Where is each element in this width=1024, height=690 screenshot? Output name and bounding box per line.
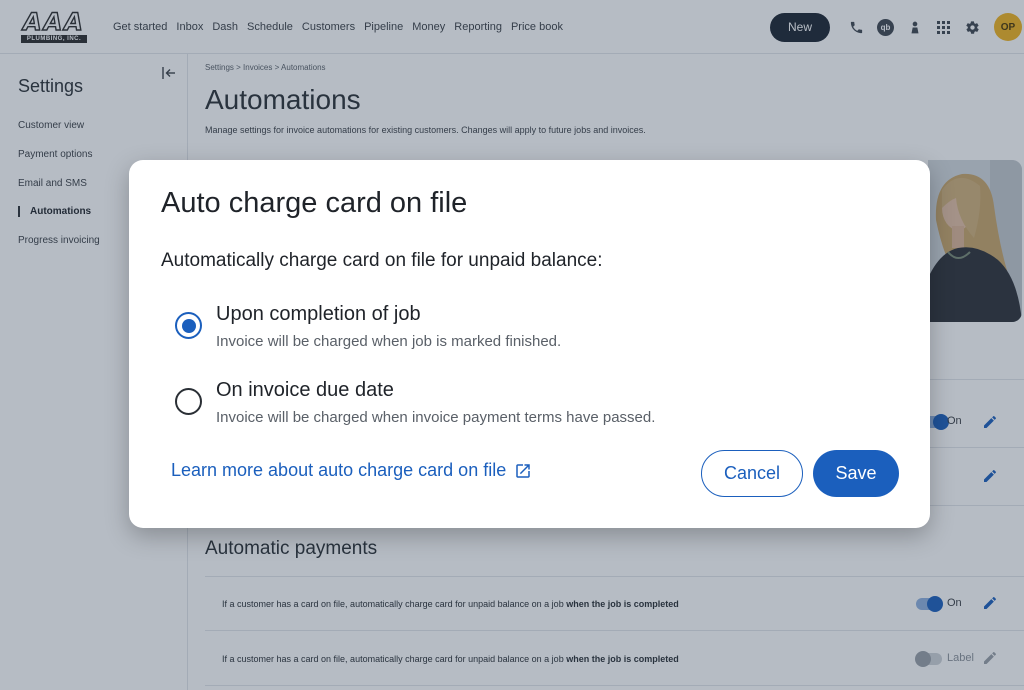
option-hint-invoice-due-date: Invoice will be charged when invoice pay… <box>216 409 656 426</box>
modal-subtitle: Automatically charge card on file for un… <box>161 250 603 271</box>
option-label-upon-completion[interactable]: Upon completion of job <box>216 303 421 326</box>
auto-charge-modal: Auto charge card on file Automatically c… <box>129 160 930 528</box>
radio-upon-completion[interactable] <box>175 312 202 339</box>
option-hint-upon-completion: Invoice will be charged when job is mark… <box>216 333 562 350</box>
learn-more-link[interactable]: Learn more about auto charge card on fil… <box>171 460 532 481</box>
modal-title: Auto charge card on file <box>161 187 468 219</box>
radio-invoice-due-date[interactable] <box>175 388 202 415</box>
learn-more-text: Learn more about auto charge card on fil… <box>171 460 507 480</box>
option-label-invoice-due-date[interactable]: On invoice due date <box>216 379 394 402</box>
external-link-icon <box>516 463 530 478</box>
save-button[interactable]: Save <box>813 450 899 497</box>
cancel-button[interactable]: Cancel <box>701 450 803 497</box>
